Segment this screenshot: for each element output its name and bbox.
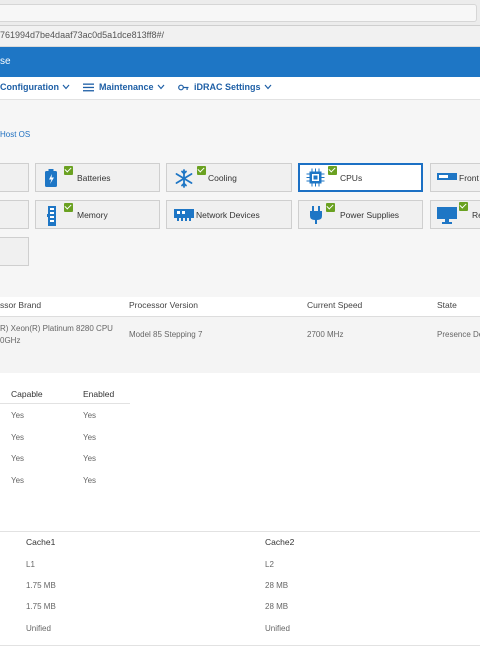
app-title: se (0, 56, 11, 67)
status-ok-icon (326, 203, 335, 212)
address-url: l761994d7be4daaf73ac0d5a1dce813ff8#/ (0, 30, 164, 40)
status-ok-icon (328, 166, 337, 175)
col-processor-brand: ssor Brand (0, 300, 42, 310)
main-nav: Configuration Maintenance iDRAC Settings (0, 77, 480, 100)
nav-maintenance[interactable]: Maintenance (83, 82, 165, 92)
tile-batteries[interactable]: Batteries (35, 163, 160, 192)
cell-capable: Yes (11, 411, 25, 420)
cell-enabled: Yes (83, 433, 97, 442)
tile-cpus[interactable]: CPUs (298, 163, 423, 192)
tile-partial-left-1[interactable] (0, 163, 29, 192)
tile-front-label: Front (459, 173, 479, 183)
col-capable: Capable (11, 389, 43, 399)
address-bar[interactable]: l761994d7be4daaf73ac0d5a1dce813ff8#/ (0, 26, 480, 47)
status-ok-icon (197, 166, 206, 175)
cell-cache1: L1 (26, 560, 35, 569)
divider (0, 645, 480, 646)
front-panel-icon (437, 173, 457, 180)
divider (0, 403, 130, 404)
cpu-chip-icon (306, 168, 325, 187)
chevron-down-icon (157, 84, 164, 90)
snowflake-icon (175, 169, 193, 188)
chevron-down-icon (62, 84, 70, 90)
col-processor-version: Processor Version (129, 300, 198, 310)
cell-capable: Yes (11, 433, 25, 442)
breadcrumb-host-os[interactable]: Host OS (0, 130, 30, 139)
cell-brand-cont: 0GHz (0, 336, 21, 345)
memory-module-icon (47, 206, 56, 226)
status-ok-icon (459, 202, 468, 211)
cell-version: Model 85 Stepping 7 (129, 330, 203, 339)
nav-configuration[interactable]: Configuration (0, 82, 70, 92)
nav-idrac-settings-label: iDRAC Settings (194, 82, 261, 92)
cell-enabled: Yes (83, 476, 97, 485)
key-icon (178, 84, 189, 90)
tile-memory[interactable]: Memory (35, 200, 160, 229)
cell-cache2: 28 MB (265, 602, 289, 611)
power-plug-icon (310, 206, 322, 224)
network-card-icon (174, 209, 194, 221)
col-current-speed: Current Speed (307, 300, 363, 310)
status-ok-icon (64, 166, 73, 175)
monitor-icon (437, 207, 457, 224)
cell-capable: Yes (11, 454, 25, 463)
tile-batteries-label: Batteries (77, 173, 111, 183)
tile-network-devices[interactable]: Network Devices (166, 200, 292, 229)
nav-configuration-label: Configuration (0, 82, 59, 92)
cell-capable: Yes (11, 476, 25, 485)
battery-icon (45, 169, 57, 187)
browser-tab[interactable] (0, 4, 477, 22)
tile-cpus-label: CPUs (340, 173, 363, 183)
tile-network-devices-label: Network Devices (196, 210, 260, 220)
cell-cache1: 1.75 MB (26, 581, 56, 590)
list-icon (83, 83, 94, 91)
col-cache1: Cache1 (26, 537, 56, 547)
browser-tab-strip (0, 0, 480, 26)
cell-cache1: Unified (26, 624, 51, 633)
app-header: se (0, 47, 480, 77)
tile-partial-left-3[interactable] (0, 237, 29, 266)
cell-cache1: 1.75 MB (26, 602, 56, 611)
divider (0, 531, 480, 532)
nav-idrac-settings[interactable]: iDRAC Settings (178, 82, 272, 92)
cell-cache2: 28 MB (265, 581, 289, 590)
col-cache2: Cache2 (265, 537, 295, 547)
col-state: State (437, 300, 457, 310)
tile-cooling[interactable]: Cooling (166, 163, 292, 192)
tile-power-supplies[interactable]: Power Supplies (298, 200, 423, 229)
nav-maintenance-label: Maintenance (99, 82, 154, 92)
cell-state: Presence De (437, 330, 480, 339)
tile-re-label: Re (472, 210, 480, 220)
tile-re[interactable]: Re (430, 200, 480, 229)
status-ok-icon (64, 203, 73, 212)
chevron-down-icon (264, 84, 271, 90)
cell-speed: 2700 MHz (307, 330, 344, 339)
cell-cache2: L2 (265, 560, 274, 569)
tile-front[interactable]: Front (430, 163, 480, 192)
cell-enabled: Yes (83, 454, 97, 463)
cell-cache2: Unified (265, 624, 290, 633)
tile-cooling-label: Cooling (208, 173, 237, 183)
tile-partial-left-2[interactable] (0, 200, 29, 229)
col-enabled: Enabled (83, 389, 115, 399)
cell-brand: R) Xeon(R) Platinum 8280 CPU (0, 324, 113, 333)
cell-enabled: Yes (83, 411, 97, 420)
tile-power-supplies-label: Power Supplies (340, 210, 400, 220)
tile-memory-label: Memory (77, 210, 108, 220)
component-panel (0, 100, 480, 297)
